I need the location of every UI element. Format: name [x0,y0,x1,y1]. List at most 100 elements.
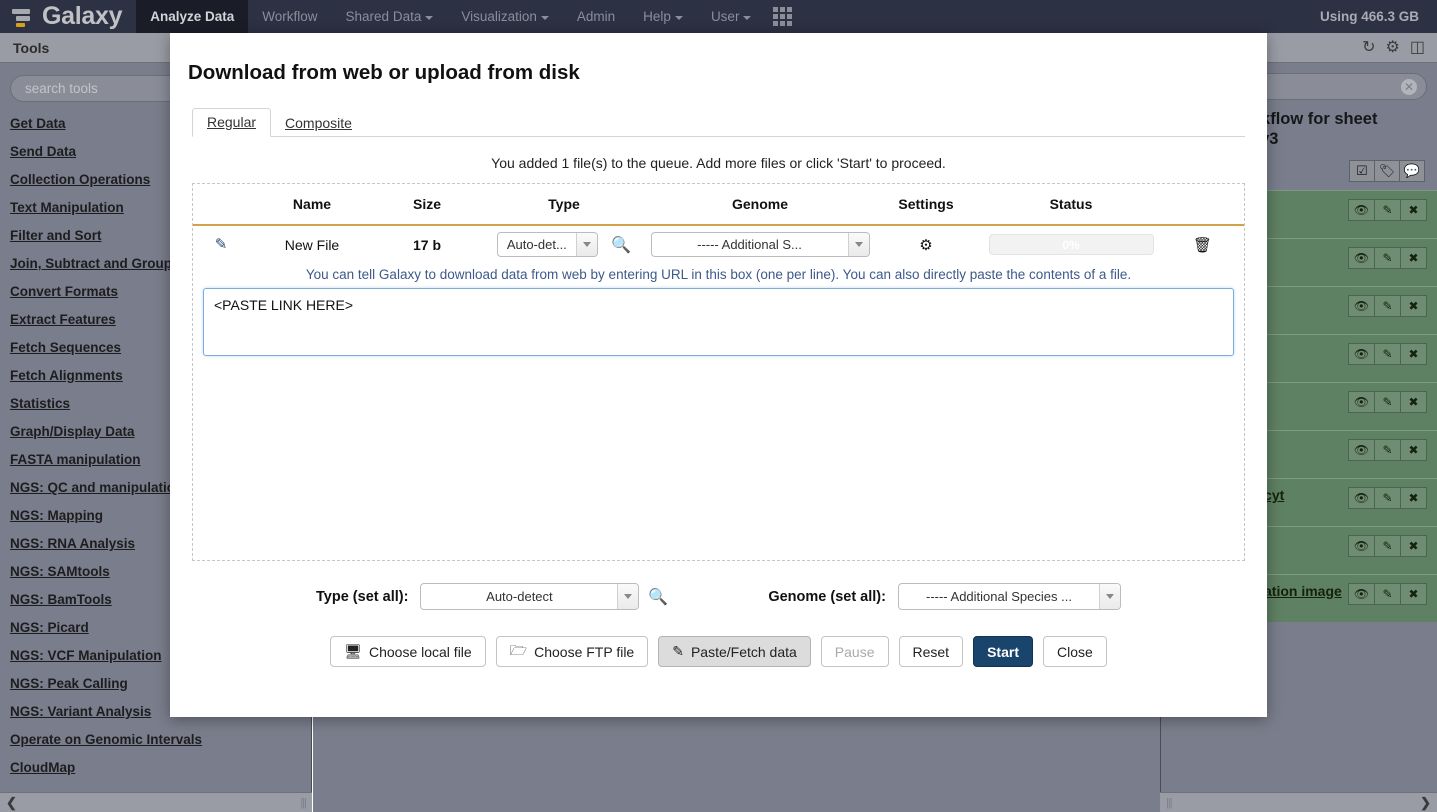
pencil-square-edit-icon[interactable]: ✎ [215,236,228,253]
tool-section-cloudmap[interactable]: CloudMap [10,754,311,782]
row-file-name[interactable]: New File [249,225,375,263]
pause-button[interactable]: Pause [820,636,889,667]
upload-dropzone[interactable]: Name Size Type Genome Settings Status ✎ [192,183,1245,561]
folder-open-icon: 🗁 [509,641,528,658]
checkbox-select-icon[interactable]: ☑ [1349,159,1375,182]
eye-display-icon[interactable]: 👁 [1348,582,1375,605]
paste-row: You can tell Galaxy to download data fro… [193,263,1244,356]
pencil-edit-icon[interactable]: ✎ [1374,342,1401,365]
eye-display-icon[interactable]: 👁 [1348,534,1375,557]
chevron-left-icon[interactable]: ❮ [6,795,17,811]
type-set-all-select[interactable]: Auto-detect [420,583,640,610]
genome-value: ----- Additional S... [697,237,802,252]
chevron-down-icon [425,15,434,20]
multi-view-columns-icon[interactable]: ◫ [1410,39,1425,56]
upload-progress-bar: 0% [988,234,1154,255]
genome-set-all-label: Genome (set all): [768,588,886,605]
nav-item-visualization[interactable]: Visualization [447,0,563,33]
eye-display-icon[interactable]: 👁 [1348,198,1375,221]
x-delete-icon[interactable]: ✖ [1400,294,1427,317]
gear-icon[interactable]: ⚙ [1386,39,1400,56]
magnifier-search-icon[interactable]: 🔍 [611,237,631,254]
eye-display-icon[interactable]: 👁 [1348,486,1375,509]
button-label: Reset [912,643,950,660]
chevron-down-icon [847,233,869,256]
brand-logo-link[interactable]: Galaxy [0,0,136,33]
reset-button[interactable]: Reset [898,636,964,667]
x-delete-icon[interactable]: ✖ [1400,438,1427,461]
gear-settings-icon[interactable]: ⚙ [919,237,932,254]
nav-item-workflow[interactable]: Workflow [248,0,331,33]
eye-display-icon[interactable]: 👁 [1348,438,1375,461]
genome-select[interactable]: ----- Additional S... [650,232,870,257]
col-genome: Genome [731,196,788,212]
file-type-select[interactable]: Auto-det... [496,232,598,257]
close-button[interactable]: Close [1042,636,1107,667]
eye-display-icon[interactable]: 👁 [1348,246,1375,269]
paste-fetch-data-button[interactable]: ✎ Paste/Fetch data [658,636,811,667]
apps-grid-icon[interactable] [773,7,793,26]
chevron-right-icon[interactable]: ❯ [1420,795,1431,811]
pencil-edit-icon[interactable]: ✎ [1374,246,1401,269]
choose-ftp-file-button[interactable]: 🗁 Choose FTP file [495,636,649,667]
modal-button-bar: 🖥 Choose local file 🗁 Choose FTP file ✎ … [170,610,1267,667]
eye-display-icon[interactable]: 👁 [1348,342,1375,365]
history-item-buttons: 👁 ✎ ✖ [1348,438,1427,461]
x-delete-icon[interactable]: ✖ [1400,534,1427,557]
start-button[interactable]: Start [973,636,1033,667]
col-type: Type [548,196,580,212]
pencil-edit-icon[interactable]: ✎ [1374,534,1401,557]
resize-grip-icon[interactable]: ||| [1166,797,1173,809]
button-label: Pause [834,643,875,660]
pencil-edit-icon[interactable]: ✎ [1374,438,1401,461]
tab-composite[interactable]: Composite [271,110,366,137]
tool-section-operate-genomic-intervals[interactable]: Operate on Genomic Intervals [10,726,311,754]
nav-item-shared-data[interactable]: Shared Data [332,0,448,33]
eye-display-icon[interactable]: 👁 [1348,294,1375,317]
trash-can-icon[interactable]: 🗑 [1193,237,1212,254]
chevron-down-icon [674,15,683,20]
resize-grip-icon[interactable]: ||| [300,797,307,809]
tab-regular[interactable]: Regular [192,108,272,137]
nav-label: User [710,9,740,24]
tools-panel-footer: ❮ ||| [0,792,312,812]
annotation-comment-icon[interactable]: 💬 [1399,159,1425,182]
pencil-square-edit-icon: ✎ [672,643,684,659]
row-status-cell: 0% [981,225,1161,263]
paste-fetch-textarea[interactable] [203,288,1234,356]
x-delete-icon[interactable]: ✖ [1400,390,1427,413]
x-delete-icon[interactable]: ✖ [1400,246,1427,269]
history-item-buttons: 👁 ✎ ✖ [1348,390,1427,413]
nav-item-admin[interactable]: Admin [563,0,629,33]
nav-item-analyze-data[interactable]: Analyze Data [136,0,249,33]
upload-modal: Download from web or upload from disk Re… [170,33,1267,717]
table-row: ✎ New File 17 b Auto-det... 🔍 ----- Addi… [193,225,1244,263]
row-genome-cell: ----- Additional S... [649,225,871,263]
col-delete [1161,184,1244,225]
choose-local-file-button[interactable]: 🖥 Choose local file [330,636,486,667]
pencil-edit-icon[interactable]: ✎ [1374,198,1401,221]
x-delete-icon[interactable]: ✖ [1400,582,1427,605]
x-delete-icon[interactable]: ✖ [1400,198,1427,221]
pencil-edit-icon[interactable]: ✎ [1374,486,1401,509]
upload-table-header: Name Size Type Genome Settings Status [193,184,1244,225]
brand-title: Galaxy [42,2,123,30]
genome-set-all-select[interactable]: ----- Additional Species ... [897,583,1121,610]
tag-icon[interactable]: 🏷 [1374,159,1400,182]
eye-display-icon[interactable]: 👁 [1348,390,1375,413]
history-item-buttons: 👁 ✎ ✖ [1348,534,1427,557]
refresh-icon[interactable]: ↻ [1362,39,1375,56]
nav-item-user[interactable]: User [697,0,766,33]
clear-circle-icon[interactable]: ✕ [1401,79,1417,95]
history-item-buttons: 👁 ✎ ✖ [1348,246,1427,269]
nav-item-help[interactable]: Help [629,0,697,33]
file-type-value: Auto-det... [506,237,567,252]
pencil-edit-icon[interactable]: ✎ [1374,390,1401,413]
galaxy-app: Galaxy Analyze Data Workflow Shared Data… [0,0,1437,812]
col-size: Size [412,196,441,212]
x-delete-icon[interactable]: ✖ [1400,342,1427,365]
pencil-edit-icon[interactable]: ✎ [1374,294,1401,317]
x-delete-icon[interactable]: ✖ [1400,486,1427,509]
magnifier-search-icon[interactable]: 🔍 [648,587,668,607]
pencil-edit-icon[interactable]: ✎ [1374,582,1401,605]
